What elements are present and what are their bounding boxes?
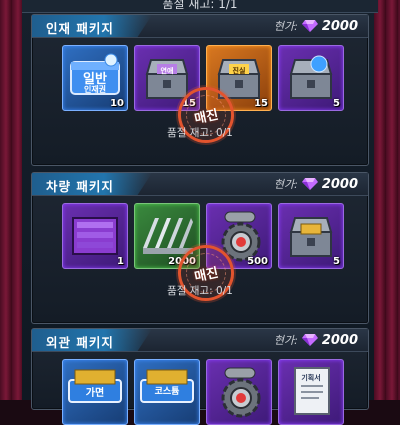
price-value: 2000 [321,332,358,348]
sold-out-label: 매진 [193,265,220,285]
panel-title: 외관 패키지 [46,335,114,350]
right-curtain [374,0,400,400]
panel-title-tab: 인재 패키지 [32,15,152,37]
item-slot[interactable]: 코스튬 [134,359,200,425]
item-slot[interactable] [206,359,272,425]
item-quantity: 5 [333,256,340,267]
previous-panel-footer: 품절 재고: 1/1 [22,0,378,13]
panel-title-tab: 차량 패키지 [32,173,152,195]
ticket-label: 코스튬 [154,387,180,397]
item-slot[interactable]: 5 [278,45,344,111]
stock-text: 품절 재고: 0/1 [167,127,233,139]
item-slot[interactable]: 1 [62,203,128,269]
gem-icon [301,20,318,32]
chest-label: 연애 [160,67,174,75]
item-quantity: 15 [254,98,268,109]
panel-title: 차량 패키지 [46,179,114,194]
item-quantity: 10 [110,98,124,109]
price-display: 현가: 2000 [274,176,358,192]
chest-label: 진실 [232,67,246,75]
item-row: 가면 코스튬 기획서 [32,353,368,425]
panel-header: 차량 패키지 현가: 2000 [32,173,368,196]
package-panel-talent[interactable]: 인재 패키지 현가: 2000 일반 인재권 10 연애 15 진실 15 5 … [31,14,369,166]
sold-out-area: 매진 품절 재고: 0/1 [32,239,368,307]
gem-icon [301,178,318,190]
document-label: 기획서 [301,374,321,382]
stock-text: 품절 재고: 1/1 [162,0,238,11]
stock-text: 품절 재고: 0/1 [167,285,233,297]
gear-icon [221,367,261,418]
price-label: 현가: [273,178,298,191]
ticket-sublabel: 인재권 [83,85,107,94]
price-label: 현가: [273,334,298,347]
item-quantity: 1 [117,256,124,267]
sold-out-area: 매진 품절 재고: 0/1 [32,81,368,149]
panel-header: 외관 패키지 현가: 2000 [32,329,368,352]
price-value: 2000 [321,176,358,192]
gem-icon [301,334,318,346]
price-display: 현가: 2000 [274,332,358,348]
item-slot[interactable]: 일반 인재권 10 [62,45,128,111]
ticket-label: 가면 [85,388,105,399]
item-slot[interactable]: 5 [278,203,344,269]
sold-out-label: 매진 [193,107,220,127]
item-slot[interactable]: 기획서 [278,359,344,425]
panel-title-tab: 외관 패키지 [32,329,152,351]
item-quantity: 500 [247,256,268,267]
panel-header: 인재 패키지 현가: 2000 [32,15,368,38]
panel-title: 인재 패키지 [46,21,114,36]
package-panel-vehicle[interactable]: 차량 패키지 현가: 2000 1 2000 500 5 매진 품절 재고: 0… [31,172,369,324]
price-label: 현가: [273,20,298,33]
price-value: 2000 [321,18,358,34]
item-slot[interactable]: 가면 [62,359,128,425]
item-quantity: 5 [333,98,340,109]
price-display: 현가: 2000 [274,18,358,34]
document-icon [294,367,330,415]
package-panel-appearance[interactable]: 외관 패키지 현가: 2000 가면 코스튬 기획서 [31,328,369,425]
